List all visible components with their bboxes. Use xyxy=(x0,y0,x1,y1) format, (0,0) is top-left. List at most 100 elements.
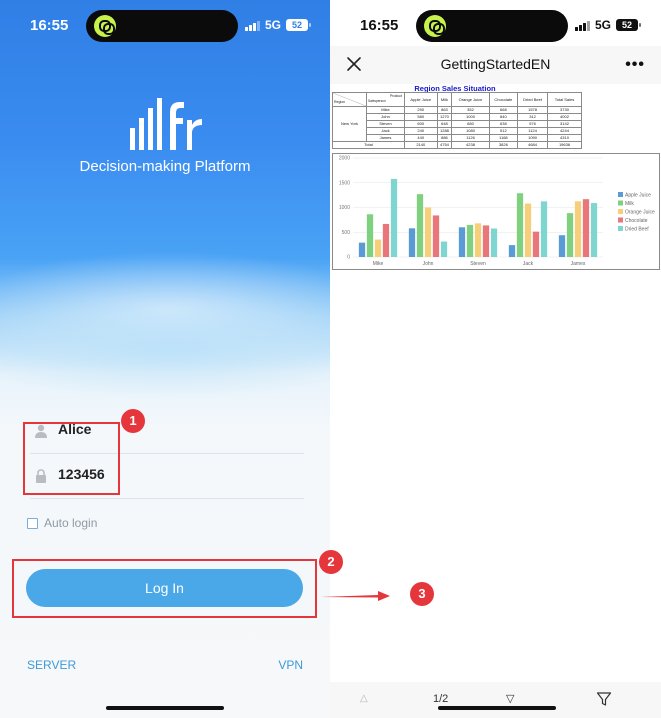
status-bar: 16:55 5G 52 xyxy=(0,0,330,52)
battery-icon: 52 xyxy=(286,19,311,31)
step-badge-2: 2 xyxy=(319,550,343,574)
table-cell: 668 xyxy=(488,106,519,114)
chart-bar xyxy=(408,228,416,257)
table-cell: 352 xyxy=(451,106,490,114)
table-cell: 2140 xyxy=(404,141,438,149)
x-tick-label: Steven xyxy=(470,261,486,267)
table-cell: 580 xyxy=(404,113,438,121)
y-tick-label: 2000 xyxy=(339,156,350,162)
chart-bar xyxy=(574,201,582,257)
salesperson-cell: John xyxy=(366,113,405,121)
next-page-button[interactable]: ▽ xyxy=(506,692,514,705)
table-cell: 4310 xyxy=(547,134,582,142)
report-screen: 16:55 5G 52 GettingStartedEN ••• Region … xyxy=(330,0,661,718)
table-column-header: Apple Juice xyxy=(404,92,438,107)
previous-page-button[interactable]: △ xyxy=(360,693,368,704)
region-cell: New York xyxy=(332,106,367,142)
chart-bar xyxy=(482,225,490,257)
chart-bar xyxy=(540,201,548,257)
battery-level: 52 xyxy=(621,20,632,30)
table-total-row: Total 2140 4754 4238 3826 4684 19636 xyxy=(332,141,582,149)
platform-title: Decision-making Platform xyxy=(79,158,251,175)
credentials-highlight xyxy=(23,422,120,495)
table-cell: 240 xyxy=(404,127,438,135)
status-indicators: 5G 52 xyxy=(245,18,311,32)
chart-bar xyxy=(424,207,432,257)
chart-bar xyxy=(532,231,540,257)
total-label-cell: Total xyxy=(332,141,405,149)
chart-bar xyxy=(566,213,574,257)
background-wave xyxy=(0,300,330,400)
server-link[interactable]: SERVER xyxy=(27,658,76,672)
table-row: John 580 1270 1000 840 312 4002 xyxy=(333,113,582,121)
table-cell: 1124 xyxy=(517,127,548,135)
y-tick-label: 500 xyxy=(342,230,351,236)
auto-login-label: Auto login xyxy=(44,516,98,530)
status-time: 16:55 xyxy=(360,17,399,34)
table-cell: 19636 xyxy=(547,141,582,149)
status-bar: 16:55 5G 52 xyxy=(330,0,660,52)
auto-login-checkbox[interactable] xyxy=(27,517,38,529)
sales-chart: 0 500 1000 1500 2000 Mike John Steven Jack James A… xyxy=(332,153,660,270)
chart-bar xyxy=(508,245,516,257)
x-tick-label: Mike xyxy=(373,261,384,267)
chart-bar xyxy=(490,228,498,257)
page-indicator: 1/2 xyxy=(433,693,449,705)
more-icon[interactable]: ••• xyxy=(625,56,645,74)
chart-bar xyxy=(590,203,598,257)
status-time: 16:55 xyxy=(30,17,69,34)
legend-swatch xyxy=(618,226,623,231)
table-column-header: Milk xyxy=(436,92,453,107)
chart-bar xyxy=(524,203,532,257)
table-cell: 648 xyxy=(436,120,453,128)
chart-bar xyxy=(390,178,398,257)
salesperson-cell: James xyxy=(366,134,405,142)
table-cell: 290 xyxy=(404,106,438,114)
legend-label: Chocolate xyxy=(625,218,648,224)
product-corner-header: Product Salesperson xyxy=(366,92,405,107)
navigation-bar: GettingStartedEN ••• xyxy=(330,46,661,84)
salesperson-header: Salesperson xyxy=(368,99,386,103)
table-cell: 4238 xyxy=(451,141,490,149)
table-row: Jack 240 1288 1080 512 1124 4244 xyxy=(333,127,582,135)
region-header: Region xyxy=(334,100,346,104)
bar-chart: 0 500 1000 1500 2000 Mike John Steven Jack James A… xyxy=(339,156,655,268)
bottom-toolbar: △ 1/2 ▽ xyxy=(330,682,661,718)
chart-bar xyxy=(432,215,440,257)
signal-icon xyxy=(575,20,590,31)
product-header: Product xyxy=(389,94,402,98)
filter-icon[interactable] xyxy=(596,691,612,707)
login-highlight xyxy=(12,559,317,618)
table-cell: 600 xyxy=(404,120,438,128)
chart-bar xyxy=(466,224,474,257)
legend-swatch xyxy=(618,192,623,197)
home-indicator xyxy=(438,706,556,710)
table-cell: 4244 xyxy=(547,127,582,135)
battery-level: 52 xyxy=(291,20,302,30)
legend-label: Orange Juice xyxy=(625,210,655,216)
table-cell: 4002 xyxy=(547,113,582,121)
dynamic-island xyxy=(86,10,238,42)
dynamic-island xyxy=(416,10,568,42)
chart-bar xyxy=(440,241,448,257)
table-cell: 886 xyxy=(436,134,453,142)
table-cell: 1578 xyxy=(517,106,548,114)
table-cell: 3730 xyxy=(547,106,582,114)
legend-swatch xyxy=(618,200,623,206)
table-cell: 3142 xyxy=(547,120,582,128)
table-cell: 512 xyxy=(488,127,519,135)
y-tick-label: 0 xyxy=(347,255,350,261)
table-cell: 4684 xyxy=(517,141,548,149)
table-row: James 440 886 1126 1168 1090 4310 xyxy=(333,134,582,142)
y-tick-label: 1000 xyxy=(339,205,350,211)
y-tick-label: 1500 xyxy=(339,180,350,186)
fr-logo-icon xyxy=(130,98,202,150)
table-cell: 1270 xyxy=(436,113,453,121)
auto-login-option[interactable]: Auto login xyxy=(27,516,97,530)
chart-bar xyxy=(582,199,590,257)
chart-bar xyxy=(458,227,466,257)
vpn-link[interactable]: VPN xyxy=(278,658,303,672)
table-column-header: Chocolate xyxy=(488,92,519,107)
legend-swatch xyxy=(618,217,623,223)
arrow-right-icon xyxy=(320,591,390,601)
